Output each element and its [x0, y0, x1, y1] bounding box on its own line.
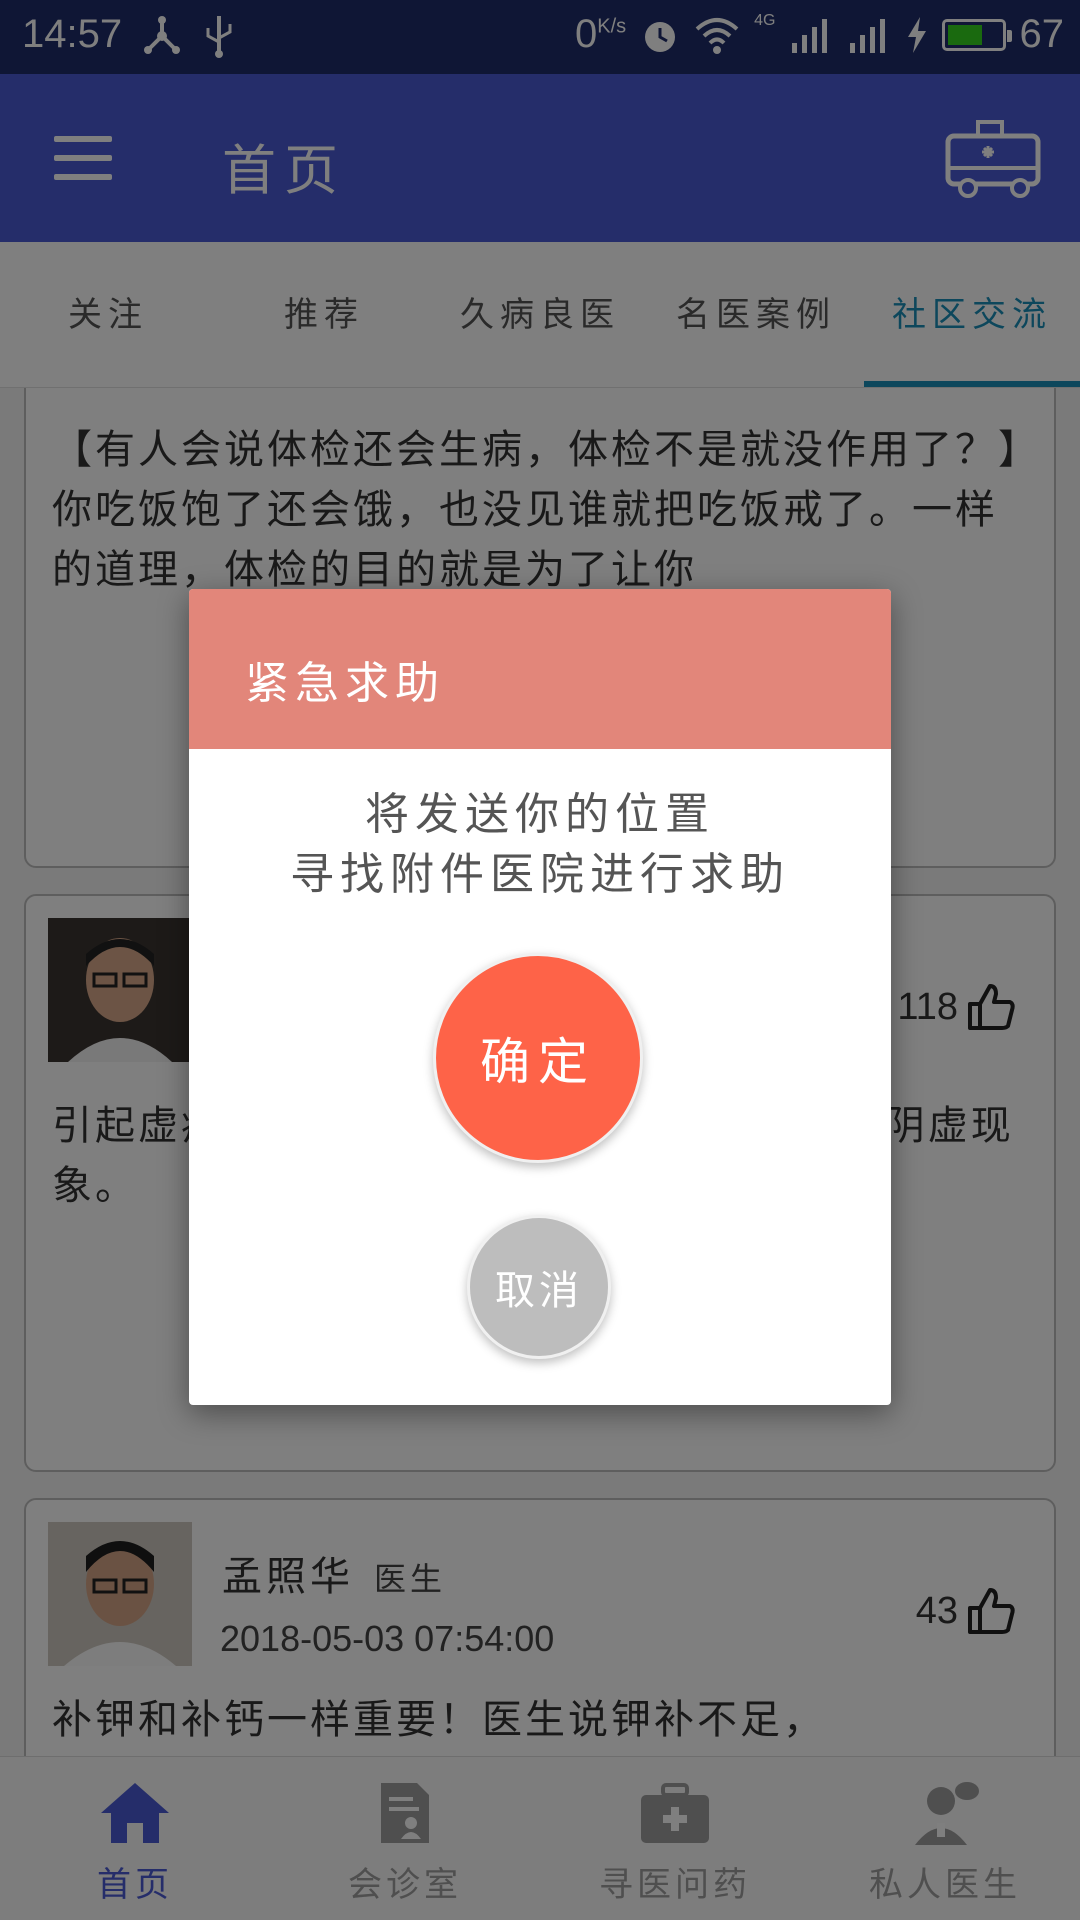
dialog-message-line1: 将发送你的位置 [365, 789, 715, 840]
dialog-message: 将发送你的位置 寻找附件医院进行求助 [189, 785, 891, 905]
dialog-title: 紧急求助 [189, 589, 891, 749]
confirm-button[interactable]: 确定 [433, 953, 643, 1163]
emergency-dialog: 紧急求助 将发送你的位置 寻找附件医院进行求助 确定 取消 [189, 589, 891, 1405]
cancel-button[interactable]: 取消 [467, 1215, 611, 1359]
dialog-message-line2: 寻找附件医院进行求助 [290, 849, 790, 900]
